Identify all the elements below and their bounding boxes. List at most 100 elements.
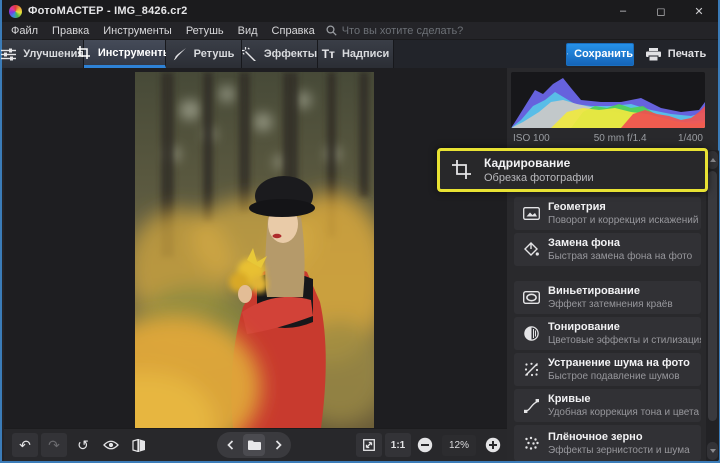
redo-button[interactable]: ↷ — [41, 433, 67, 457]
tab-captions[interactable]: Tт Надписи — [318, 40, 394, 68]
zoom-level-label: 12% — [442, 435, 476, 456]
iso-value: ISO 100 — [513, 132, 550, 144]
app-window: ФотоМАСТЕР - IMG_8426.cr2 – ◻ ✕ Файл Пра… — [0, 0, 720, 463]
compare-button[interactable] — [126, 433, 152, 457]
toning-icon — [514, 326, 548, 341]
tool-subtitle: Удобная коррекция тона и цвета — [548, 407, 700, 418]
scroll-down-button[interactable] — [707, 442, 718, 460]
fit-screen-icon — [363, 439, 375, 451]
wand-icon — [241, 47, 257, 61]
denoise-icon — [514, 362, 548, 377]
photo-preview — [135, 72, 374, 428]
arrow-up-icon — [709, 158, 716, 162]
right-sidebar: ISO 100 50 mm f/1.4 1/400 Геометрия Пово… — [507, 68, 719, 461]
tab-label: Эффекты — [263, 48, 318, 60]
tool-title: Тонирование — [548, 321, 620, 333]
before-after-icon — [132, 438, 145, 452]
photo-navigator — [217, 432, 291, 458]
eye-icon — [103, 440, 119, 450]
bucket-icon — [514, 242, 548, 257]
search-icon — [326, 25, 337, 36]
photo-canvas[interactable] — [4, 68, 507, 428]
save-button[interactable]: Сохранить — [566, 42, 634, 66]
sidebar-scrollbar[interactable] — [706, 150, 719, 461]
crop-icon — [440, 160, 484, 180]
scrollbar-thumb[interactable] — [708, 171, 717, 421]
scroll-up-button[interactable] — [707, 151, 718, 169]
tab-effects[interactable]: Эффекты — [241, 40, 318, 68]
close-button[interactable]: ✕ — [680, 0, 718, 22]
tab-tools-active[interactable]: Инструменты — [76, 40, 172, 68]
tab-enhancements[interactable]: Улучшения — [1, 40, 84, 68]
actual-size-label: 1:1 — [390, 439, 406, 451]
tool-item-toning[interactable]: Тонирование Цветовые эффекты и стилизаци… — [514, 317, 701, 350]
tab-label: Улучшения — [23, 48, 84, 60]
menu-view[interactable]: Вид — [231, 25, 265, 37]
next-photo-button[interactable] — [267, 434, 289, 456]
tool-subtitle: Поворот и коррекция искажений — [548, 215, 699, 226]
tool-title: Виньетирование — [548, 285, 640, 297]
tab-retouch[interactable]: Ретушь — [166, 40, 242, 68]
menu-edit[interactable]: Правка — [45, 25, 96, 37]
chevron-right-icon — [275, 440, 282, 450]
tool-title: Устранение шума на фото — [548, 357, 690, 369]
tool-title: Кадрирование — [484, 156, 571, 170]
tab-label: Надписи — [341, 48, 390, 60]
reset-icon: ↺ — [77, 436, 89, 453]
tool-item-vignette[interactable]: Виньетирование Эффект затемнения краёв — [514, 281, 701, 314]
save-icon — [567, 53, 569, 55]
preview-original-button[interactable] — [98, 433, 124, 457]
tool-subtitle: Быстрая замена фона на фото — [548, 251, 693, 262]
zoom-in-button[interactable] — [480, 433, 506, 457]
search-placeholder: Что вы хотите сделать? — [341, 24, 464, 37]
menu-tools[interactable]: Инструменты — [96, 25, 179, 37]
actual-size-button[interactable]: 1:1 — [385, 433, 411, 457]
minimize-button[interactable]: – — [604, 0, 642, 22]
maximize-button[interactable]: ◻ — [642, 0, 680, 22]
tool-item-crop-highlighted[interactable]: Кадрирование Обрезка фотографии — [437, 148, 708, 192]
redo-icon: ↷ — [48, 436, 60, 453]
geometry-icon — [514, 207, 548, 220]
vignette-icon — [514, 291, 548, 304]
tool-item-grain[interactable]: Плёночное зерно Эффекты зернистости и шу… — [514, 425, 701, 461]
menu-help[interactable]: Справка — [265, 25, 322, 37]
lens-value: 50 mm f/1.4 — [593, 132, 647, 144]
menu-bar: Файл Правка Инструменты Ретушь Вид Справ… — [2, 22, 718, 40]
tool-item-geometry[interactable]: Геометрия Поворот и коррекция искажений — [514, 197, 701, 230]
folder-icon — [247, 440, 261, 450]
undo-button[interactable]: ↶ — [12, 433, 38, 457]
window-controls: – ◻ ✕ — [604, 0, 718, 22]
brush-icon — [173, 47, 187, 61]
grain-icon — [514, 436, 548, 451]
search-box[interactable]: Что вы хотите сделать? — [326, 24, 464, 37]
tab-label: Инструменты — [97, 46, 173, 59]
tool-item-denoise[interactable]: Устранение шума на фото Быстрое подавлен… — [514, 353, 701, 386]
open-folder-button[interactable] — [243, 434, 265, 456]
chevron-left-icon — [226, 440, 233, 450]
tool-item-curves[interactable]: Кривые Удобная коррекция тона и цвета — [514, 389, 701, 422]
menu-retouch[interactable]: Ретушь — [179, 25, 231, 37]
prev-photo-button[interactable] — [219, 434, 241, 456]
print-button[interactable]: Печать — [638, 43, 714, 66]
tool-subtitle: Цветовые эффекты и стилизация — [548, 335, 701, 346]
tool-subtitle: Быстрое подавление шумов — [548, 371, 680, 382]
curves-icon — [514, 398, 548, 413]
reset-button[interactable]: ↺ — [70, 433, 96, 457]
tool-item-background[interactable]: Замена фона Быстрая замена фона на фото — [514, 233, 701, 266]
zoom-out-button[interactable] — [412, 433, 438, 457]
fit-screen-button[interactable] — [356, 433, 382, 457]
window-title: ФотоМАСТЕР - IMG_8426.cr2 — [28, 5, 188, 17]
zoom-in-icon — [485, 437, 501, 453]
sliders-icon — [1, 48, 17, 61]
arrow-down-icon — [709, 449, 716, 453]
shutter-value: 1/400 — [677, 132, 703, 144]
print-label: Печать — [667, 48, 707, 60]
exif-info: ISO 100 50 mm f/1.4 1/400 — [511, 130, 705, 146]
tab-bar: Улучшения Инструменты Ретушь Эффекты Tт … — [1, 40, 718, 68]
printer-icon — [645, 47, 661, 61]
tool-title: Кривые — [548, 393, 591, 405]
undo-icon: ↶ — [19, 436, 31, 453]
crop-icon — [76, 45, 91, 60]
menu-file[interactable]: Файл — [4, 25, 45, 37]
tab-label: Ретушь — [193, 48, 235, 60]
